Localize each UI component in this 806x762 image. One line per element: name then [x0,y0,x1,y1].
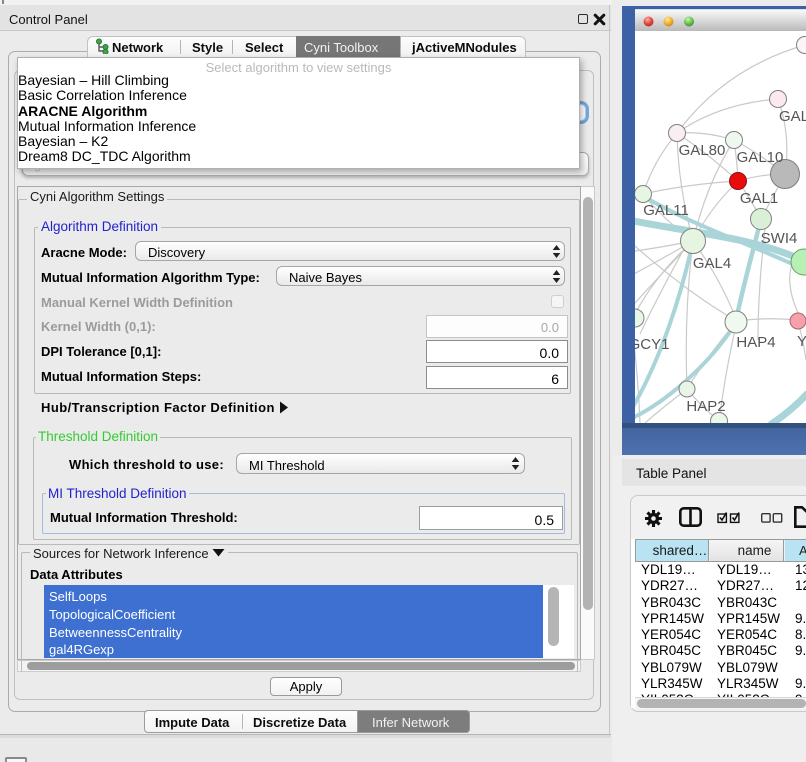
svg-text:HAP4: HAP4 [736,334,775,351]
svg-text:GCY1: GCY1 [635,336,669,353]
svg-text:GAL11: GAL11 [643,202,689,219]
svg-text:GAL10: GAL10 [737,149,784,166]
svg-text:Y: Y [797,333,806,350]
svg-text:SWI4: SWI4 [761,230,798,247]
svg-text:GAL80: GAL80 [679,142,726,159]
svg-text:GAL1: GAL1 [740,190,778,207]
svg-text:GAL4: GAL4 [693,255,731,272]
svg-text:HAP2: HAP2 [686,398,725,415]
svg-text:GAL7: GAL7 [779,108,806,125]
